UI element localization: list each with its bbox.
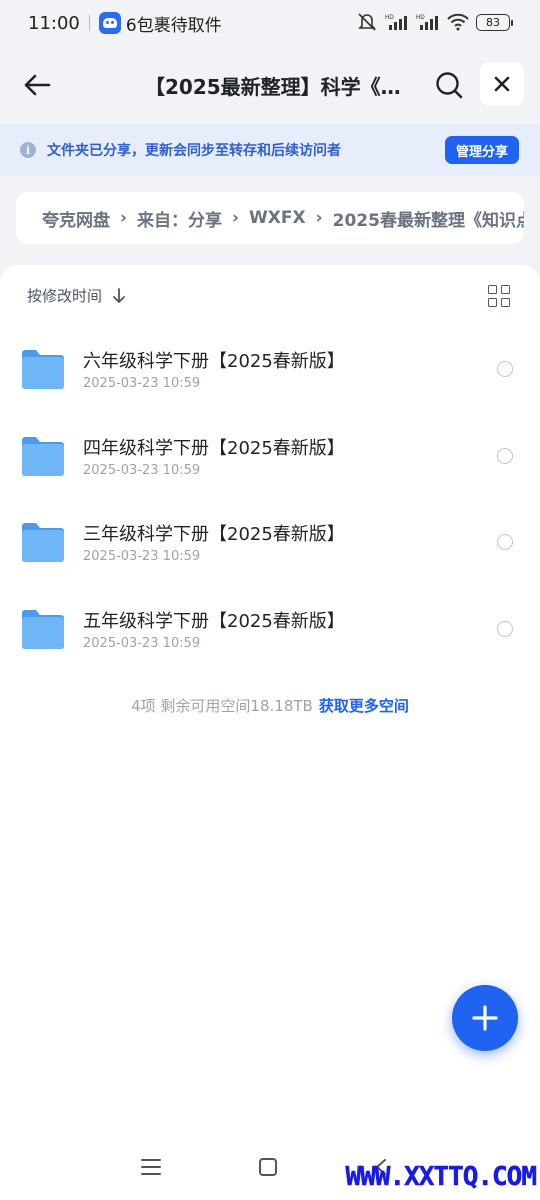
signal-icon-2: HD [416,15,438,30]
file-name: 四年级科学下册【2025春新版】 [83,437,345,459]
file-time: 2025-03-23 10:59 [83,462,201,478]
select-radio[interactable] [497,447,513,464]
parcel-app-icon [98,12,121,34]
manage-share-button[interactable]: 管理分享 [445,136,519,164]
file-name: 五年级科学下册【2025春新版】 [83,611,345,633]
folder-icon [22,350,64,389]
recents-button[interactable] [141,1159,161,1175]
plus-icon [472,1005,498,1031]
select-radio[interactable] [497,361,513,377]
file-time: 2025-03-23 10:59 [83,549,201,565]
page-title: 【2025最新整理】科学《知识点总结》 [145,75,401,99]
hd-label-2: HD [416,15,425,21]
breadcrumb-item-current[interactable]: 2025春最新整理《知识点总结》 [333,206,524,231]
file-time: 2025-03-23 10:59 [83,376,201,391]
search-icon [436,72,463,99]
folder-icon [22,436,64,476]
status-divider [88,15,90,31]
select-radio[interactable] [497,534,513,551]
folder-icon [22,610,64,650]
breadcrumb-separator: › [232,208,240,228]
search-button[interactable] [430,66,468,104]
grid-view-icon[interactable] [488,285,510,307]
top-bar: 【2025最新整理】科学《知识点总结》 [0,56,540,114]
file-list: 六年级科学下册【2025春新版】 2025-03-23 10:59 四年级科学下… [0,325,540,672]
status-time: 11:00 [28,12,80,34]
list-item[interactable]: 五年级科学下册【2025春新版】 2025-03-23 10:59 [0,585,540,672]
hd-label: HD [385,15,394,21]
share-banner: i 文件夹已分享，更新会同步至转存和后续访问者 管理分享 [0,124,540,176]
list-item[interactable]: 六年级科学下册【2025春新版】 2025-03-23 10:59 [0,325,540,412]
file-panel: 按修改时间 六年级科学下册【2025春新版】 2025-03-23 10:59 … [0,265,540,1200]
arrow-left-icon [24,74,51,96]
breadcrumb-separator: › [315,208,323,228]
file-name: 三年级科学下册【2025春新版】 [83,524,345,546]
mute-vibrate-icon [358,13,376,31]
home-button[interactable] [259,1158,277,1176]
back-button[interactable] [18,66,56,104]
status-bar: 11:00 6包裹待取件 HD HD 83 [0,0,540,46]
arrow-down-icon [113,287,125,303]
battery-indicator: 83 [476,13,513,31]
close-button[interactable] [480,62,524,106]
item-count-text: 4项 剩余可用空间18.18TB [131,697,313,715]
sort-control[interactable]: 按修改时间 [27,285,126,306]
add-button[interactable] [452,985,518,1051]
breadcrumb-item-wxfx[interactable]: WXFX [249,208,306,228]
get-more-space-link[interactable]: 获取更多空间 [319,697,409,715]
file-name: 六年级科学下册【2025春新版】 [83,351,345,372]
folder-icon [22,523,64,563]
breadcrumb-item-share[interactable]: 来自：分享 [137,206,222,231]
signal-icon: HD [385,15,407,30]
list-item[interactable]: 四年级科学下册【2025春新版】 2025-03-23 10:59 [0,412,540,499]
notification-text: 6包裹待取件 [125,15,222,36]
sort-label: 按修改时间 [27,287,103,305]
info-icon: i [20,142,36,158]
share-banner-text: 文件夹已分享，更新会同步至转存和后续访问者 [47,143,341,159]
breadcrumb-separator: › [120,208,128,228]
breadcrumb-item-root[interactable]: 夸克网盘 [42,206,110,231]
select-radio[interactable] [497,621,513,638]
close-icon [494,76,510,92]
file-time: 2025-03-23 10:59 [83,636,201,652]
breadcrumb: 夸克网盘 › 来自：分享 › WXFX › 2025春最新整理《知识点总结》 [16,192,524,244]
storage-summary: 4项 剩余可用空间18.18TB 获取更多空间 [0,695,540,716]
status-icons: HD HD 83 [356,12,513,32]
list-item[interactable]: 三年级科学下册【2025春新版】 2025-03-23 10:59 [0,498,540,585]
wifi-icon [447,13,469,31]
watermark: WWW.XXTTQ.COM [345,1162,537,1193]
